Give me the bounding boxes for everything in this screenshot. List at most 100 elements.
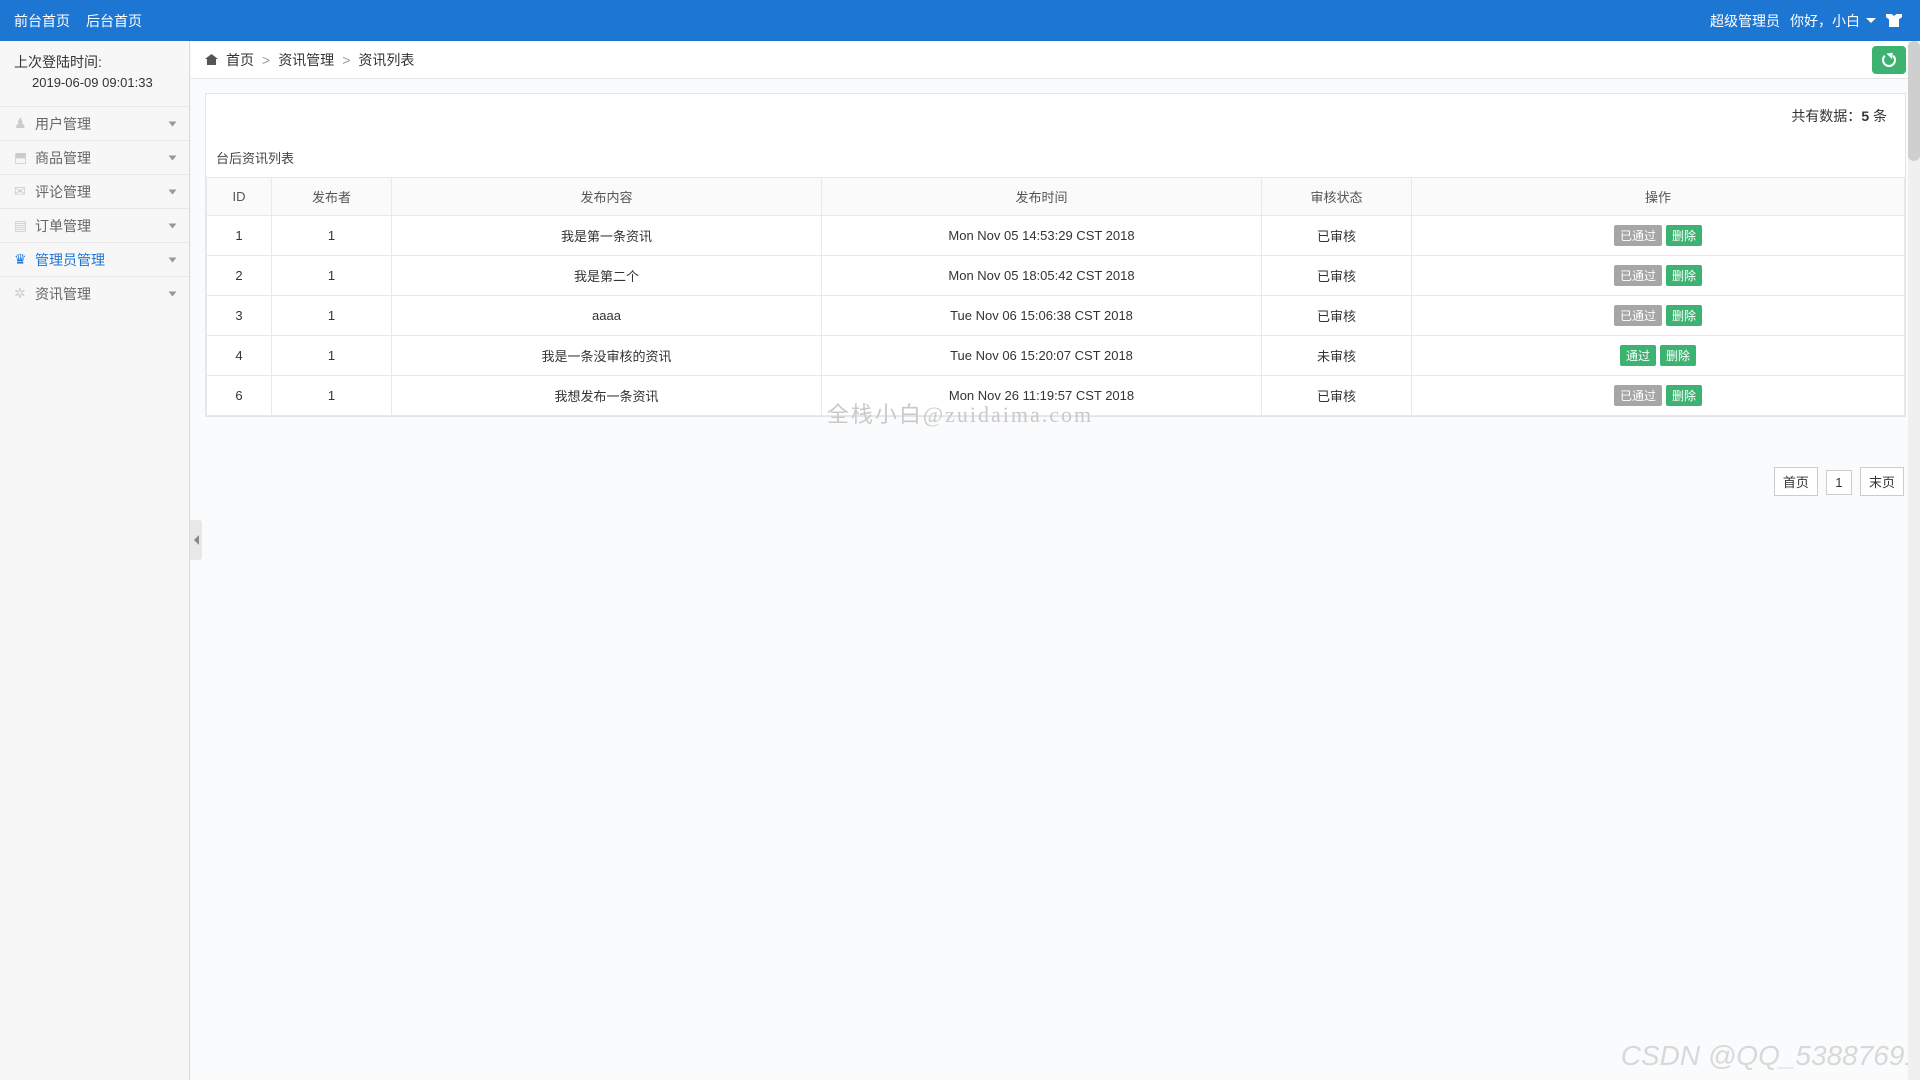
pagination: 首页 1 末页 [205,417,1906,496]
cell: 3 [207,296,272,336]
cell: 未审核 [1262,336,1412,376]
cell: 1 [272,296,392,336]
sidebar-item-label: 评论管理 [35,182,91,202]
chevron-down-icon [169,223,177,228]
sidebar-item-label: 用户管理 [35,114,91,134]
table-row: 31aaaaTue Nov 06 15:06:38 CST 2018已审核已通过… [207,296,1905,336]
user-role: 超级管理员 [1710,11,1780,31]
user-dropdown[interactable]: 你好，小白 [1790,11,1876,31]
cell: 已审核 [1262,256,1412,296]
sidebar-item-admin[interactable]: ♛ 管理员管理 [0,242,189,276]
cell: aaaa [392,296,822,336]
scrollbar-thumb[interactable] [1908,41,1920,161]
list-title: 台后资讯列表 [206,138,1905,177]
cell: 1 [272,256,392,296]
cell: 1 [207,216,272,256]
box-icon: ⬒ [14,149,29,166]
login-info: 上次登陆时间: 2019-06-09 09:01:33 [0,41,189,106]
breadcrumb: 首页 > 资讯管理 > 资讯列表 [205,50,414,70]
back-home-link[interactable]: 后台首页 [86,11,142,31]
admin-icon: ♛ [14,251,29,268]
cell: 已审核 [1262,216,1412,256]
breadcrumb-sep: > [262,52,270,68]
chevron-down-icon [169,155,177,160]
cell: Mon Nov 05 14:53:29 CST 2018 [822,216,1262,256]
scrollbar[interactable] [1908,41,1920,1080]
cell: Tue Nov 06 15:06:38 CST 2018 [822,296,1262,336]
approve-button[interactable]: 通过 [1620,345,1656,366]
table-row: 41我是一条没审核的资讯Tue Nov 06 15:20:07 CST 2018… [207,336,1905,376]
refresh-button[interactable] [1872,46,1906,74]
topbar: 前台首页 后台首页 超级管理员 你好，小白 [0,0,1920,41]
page-last[interactable]: 末页 [1860,467,1904,496]
passed-button: 已通过 [1614,305,1662,326]
comment-icon: ✉ [14,183,29,200]
actions-cell: 已通过删除 [1412,256,1905,296]
cell: 6 [207,376,272,416]
sidebar-item-label: 管理员管理 [35,250,105,270]
theme-icon[interactable] [1886,14,1902,28]
login-info-time: 2019-06-09 09:01:33 [14,73,189,94]
news-table: ID发布者发布内容发布时间审核状态操作 11我是第一条资讯Mon Nov 05 … [206,177,1905,416]
column-header: 发布时间 [822,178,1262,216]
sidebar-item-label: 订单管理 [35,216,91,236]
cell: 我想发布一条资讯 [392,376,822,416]
sidebar-item-gear[interactable]: ✲资讯管理 [0,276,189,310]
page-number[interactable]: 1 [1826,470,1851,495]
content-area: 首页 > 资讯管理 > 资讯列表 共有数据：5 条 台后资讯列表 ID发布者发布… [191,41,1920,1080]
table-row: 21我是第二个Mon Nov 05 18:05:42 CST 2018已审核已通… [207,256,1905,296]
delete-button[interactable]: 删除 [1666,305,1702,326]
sidebar-item-label: 资讯管理 [35,284,91,304]
actions-cell: 通过删除 [1412,336,1905,376]
home-icon [205,54,218,65]
passed-button: 已通过 [1614,225,1662,246]
delete-button[interactable]: 删除 [1666,225,1702,246]
sidebar-item-comment[interactable]: ✉ 评论管理 [0,174,189,208]
cell: Mon Nov 26 11:19:57 CST 2018 [822,376,1262,416]
breadcrumb-mid[interactable]: 资讯管理 [278,50,334,70]
sidebar-item-label: 商品管理 [35,148,91,168]
actions-cell: 已通过删除 [1412,376,1905,416]
cell: 我是一条没审核的资讯 [392,336,822,376]
sidebar-item-order[interactable]: ▤订单管理 [0,208,189,242]
cell: 已审核 [1262,296,1412,336]
column-header: ID [207,178,272,216]
column-header: 审核状态 [1262,178,1412,216]
page-first[interactable]: 首页 [1774,467,1818,496]
front-home-link[interactable]: 前台首页 [14,11,70,31]
chevron-down-icon [169,189,177,194]
passed-button: 已通过 [1614,385,1662,406]
table-row: 61我想发布一条资讯Mon Nov 26 11:19:57 CST 2018已审… [207,376,1905,416]
passed-button: 已通过 [1614,265,1662,286]
collapse-sidebar-button[interactable] [190,520,202,560]
column-header: 发布内容 [392,178,822,216]
cell: 1 [272,216,392,256]
cell: 1 [272,376,392,416]
cell: 4 [207,336,272,376]
chevron-down-icon [169,121,177,126]
user-icon: ♟ [14,115,29,132]
breadcrumb-bar: 首页 > 资讯管理 > 资讯列表 [191,41,1920,79]
main-panel: 共有数据：5 条 台后资讯列表 ID发布者发布内容发布时间审核状态操作 11我是… [191,79,1920,1080]
delete-button[interactable]: 删除 [1666,265,1702,286]
cell: 2 [207,256,272,296]
cell: 1 [272,336,392,376]
data-count: 共有数据：5 条 [206,94,1905,138]
breadcrumb-sep: > [342,52,350,68]
refresh-icon [1882,53,1896,67]
chevron-down-icon [169,257,177,262]
cell: 我是第一条资讯 [392,216,822,256]
sidebar-item-box[interactable]: ⬒ 商品管理 [0,140,189,174]
chevron-down-icon [1866,18,1876,23]
actions-cell: 已通过删除 [1412,296,1905,336]
column-header: 发布者 [272,178,392,216]
breadcrumb-home[interactable]: 首页 [226,50,254,70]
sidebar-item-user[interactable]: ♟ 用户管理 [0,106,189,140]
cell: Tue Nov 06 15:20:07 CST 2018 [822,336,1262,376]
table-row: 11我是第一条资讯Mon Nov 05 14:53:29 CST 2018已审核… [207,216,1905,256]
delete-button[interactable]: 删除 [1666,385,1702,406]
chevron-down-icon [169,291,177,296]
actions-cell: 已通过删除 [1412,216,1905,256]
column-header: 操作 [1412,178,1905,216]
delete-button[interactable]: 删除 [1660,345,1696,366]
